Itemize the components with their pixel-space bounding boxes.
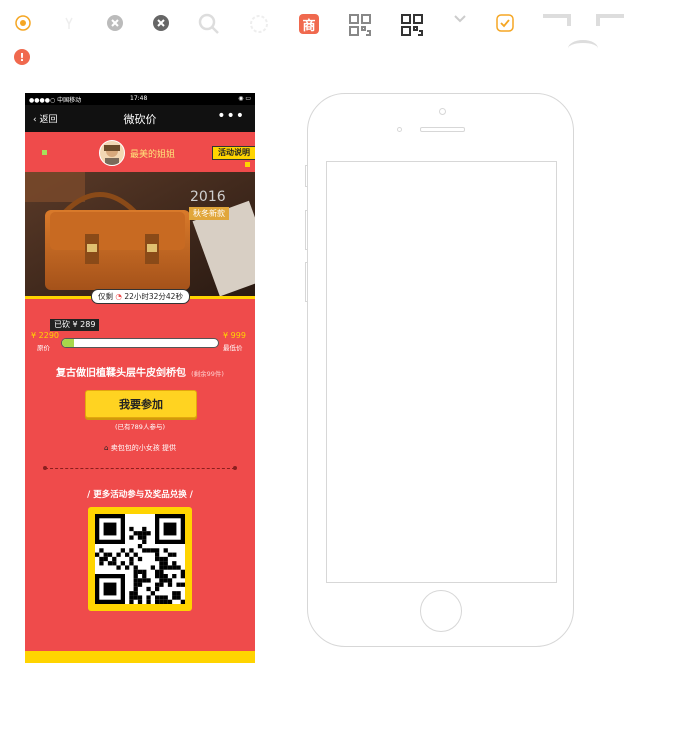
deco-dot bbox=[42, 150, 47, 155]
curve-shape bbox=[568, 40, 598, 57]
proximity-sensor bbox=[397, 127, 402, 132]
phone-screen: ●●●●○ 中国移动 17:48 ◉ ▭ ‹ 返回 微砍价 ••• 最美的姐姐 … bbox=[25, 93, 255, 663]
avatar[interactable] bbox=[99, 140, 125, 166]
clear-gray-icon[interactable] bbox=[106, 14, 124, 32]
alert-icon: ! bbox=[14, 49, 30, 65]
product-title: 复古做旧植鞣头层牛皮剑桥包 bbox=[56, 368, 187, 379]
side-button-2 bbox=[305, 210, 308, 250]
product-banner[interactable]: 2016 秋冬新款 bbox=[25, 172, 255, 296]
provider-suffix: 提供 bbox=[161, 444, 176, 452]
chevron-down-icon[interactable] bbox=[452, 12, 468, 26]
provider-name: 卖包包的小女孩 bbox=[110, 444, 160, 452]
price-progress-fill bbox=[62, 339, 75, 347]
provider-row[interactable]: ⌂ 卖包包的小女孩 提供 bbox=[25, 443, 255, 453]
search-icon[interactable] bbox=[198, 13, 220, 35]
banner-tag: 秋冬新款 bbox=[189, 207, 229, 220]
phone-icon bbox=[62, 14, 76, 32]
status-time: 17:48 bbox=[130, 95, 148, 102]
front-camera bbox=[439, 108, 446, 115]
qrcode-card[interactable] bbox=[88, 507, 192, 611]
qrcode-dark-icon[interactable] bbox=[401, 14, 423, 36]
home-button bbox=[420, 590, 462, 632]
product-title-row: 复古做旧植鞣头层牛皮剑桥包 (剩余99件) bbox=[25, 361, 255, 380]
promo-text: / 更多活动参与及奖品兑换 / bbox=[87, 490, 193, 500]
status-bar: ●●●●○ 中国移动 17:48 ◉ ▭ bbox=[25, 93, 255, 105]
participant-count: (已有789人参与) bbox=[115, 423, 165, 431]
radio-selected-icon[interactable] bbox=[14, 14, 32, 32]
deco-dot-right bbox=[245, 162, 250, 167]
speaker-grille bbox=[420, 127, 465, 132]
join-button[interactable]: 我要参加 bbox=[85, 390, 197, 418]
floor-price: ¥ 999 bbox=[223, 331, 246, 340]
user-name: 最美的姐姐 bbox=[130, 150, 176, 160]
clear-dark-icon[interactable] bbox=[152, 14, 170, 32]
product-stock: (剩余99件) bbox=[191, 370, 224, 378]
floor-price-label: 最低价 bbox=[223, 344, 243, 352]
countdown-pill: 仅剩 ◔ 22小时32分42秒 bbox=[91, 289, 190, 304]
qrcode-gray-icon[interactable] bbox=[349, 14, 371, 36]
more-menu-icon[interactable]: ••• bbox=[217, 108, 245, 124]
rules-button[interactable]: 活动说明 bbox=[212, 146, 255, 160]
checkbox-checked-icon[interactable] bbox=[496, 14, 514, 32]
battery-indicator: ◉ ▭ bbox=[238, 95, 251, 102]
banner-year: 2016 bbox=[190, 189, 226, 205]
bottom-yellow-bar bbox=[25, 651, 255, 663]
cut-amount-badge: 已砍 ¥ 289 bbox=[50, 319, 100, 331]
side-button-3 bbox=[305, 262, 308, 302]
nav-bar: ‹ 返回 微砍价 ••• bbox=[25, 105, 255, 132]
loading-icon bbox=[248, 13, 270, 35]
countdown-value: 22小时32分42秒 bbox=[124, 292, 183, 301]
mockup-screen bbox=[326, 161, 557, 583]
corner-bracket-left bbox=[543, 14, 571, 26]
dashed-divider bbox=[45, 468, 235, 469]
side-button-1 bbox=[305, 165, 308, 187]
price-progress-bar bbox=[61, 338, 219, 348]
divider-dot-left bbox=[43, 466, 47, 470]
carrier-label: ●●●●○ 中国移动 bbox=[29, 97, 82, 104]
original-price-label: 原价 bbox=[37, 344, 50, 352]
countdown-prefix: 仅剩 bbox=[98, 292, 113, 301]
phone-mockup-frame bbox=[307, 93, 574, 647]
original-price: ¥ 2290 bbox=[31, 331, 59, 340]
clock-icon: ◔ bbox=[115, 292, 122, 301]
corner-bracket-right bbox=[596, 14, 624, 26]
shop-badge-icon: 商 bbox=[299, 14, 319, 34]
shop-icon: ⌂ bbox=[104, 444, 109, 452]
divider-dot-right bbox=[233, 466, 237, 470]
qrcode-image bbox=[95, 514, 185, 604]
user-bar: 最美的姐姐 活动说明 bbox=[25, 132, 255, 172]
